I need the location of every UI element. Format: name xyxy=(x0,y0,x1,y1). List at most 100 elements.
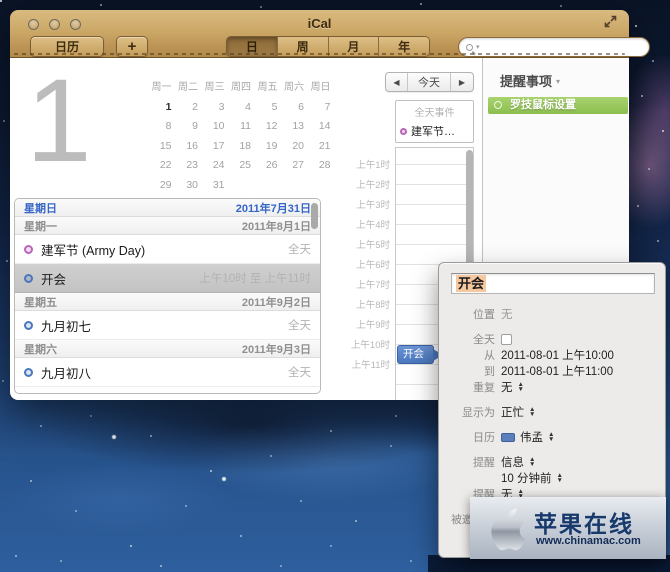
view-segmented-control: 日周月年 xyxy=(226,36,430,57)
tab-view-日[interactable]: 日 xyxy=(227,37,278,56)
stepper-icon[interactable]: ▲▼ xyxy=(529,407,535,417)
mini-calendar-day[interactable]: 13 xyxy=(278,117,305,137)
mini-calendar-day[interactable]: 18 xyxy=(225,137,252,157)
day-list-header-date: 2011年9月3日 xyxy=(242,341,311,357)
all-day-event-title: 建军节… xyxy=(411,123,455,139)
weekday-header: 周三 xyxy=(198,78,225,98)
stepper-icon[interactable]: ▲▼ xyxy=(529,457,535,467)
day-list-header-date: 2011年9月2日 xyxy=(242,294,311,310)
mini-calendar-day[interactable]: 8 xyxy=(145,117,172,137)
mini-calendar-day xyxy=(251,176,278,196)
day-list-event-time: 上午10时 至 上午11时 xyxy=(199,270,311,286)
mini-calendar-day[interactable]: 9 xyxy=(172,117,199,137)
mini-calendar-day[interactable]: 26 xyxy=(251,156,278,176)
weekday-header: 周二 xyxy=(172,78,199,98)
mini-calendar-day[interactable]: 11 xyxy=(225,117,252,137)
mini-calendar-week-row: 15161718192021 xyxy=(145,137,331,157)
inspector-field-value: 无 xyxy=(501,379,513,395)
tab-view-月[interactable]: 月 xyxy=(329,37,380,56)
mini-calendar-header-row: 周一周二周三周四周五周六周日 xyxy=(145,78,331,98)
mini-calendar-day[interactable]: 3 xyxy=(198,98,225,118)
mini-calendar-week-row: 891011121314 xyxy=(145,117,331,137)
all-day-event[interactable]: 建军节… xyxy=(396,119,473,139)
calendars-button[interactable]: 日历 xyxy=(30,36,104,57)
hour-gridline xyxy=(396,184,473,185)
mini-calendar-day xyxy=(225,176,252,196)
mini-calendar-day[interactable]: 4 xyxy=(225,98,252,118)
day-list-header-day: 星期五 xyxy=(24,294,57,310)
mini-calendar-week-row: 1234567 xyxy=(145,98,331,118)
calendar-color-dot xyxy=(400,128,407,135)
timed-event-meeting[interactable]: 开会 xyxy=(397,345,434,364)
mini-calendar-day[interactable]: 7 xyxy=(304,98,331,118)
mini-calendar-day[interactable]: 1 xyxy=(145,98,172,118)
mini-calendar-day[interactable]: 20 xyxy=(278,137,305,157)
all-day-checkbox[interactable] xyxy=(501,334,512,345)
inspector-row: 10 分钟前▲▼ xyxy=(439,470,665,486)
reminders-title: 提醒事项▾ xyxy=(500,71,560,90)
fullscreen-icon[interactable] xyxy=(604,15,617,28)
search-icon xyxy=(466,44,473,51)
add-event-button[interactable]: + xyxy=(116,36,148,57)
stepper-icon[interactable]: ▲▼ xyxy=(518,382,524,392)
tab-view-周[interactable]: 周 xyxy=(278,37,329,56)
day-list-event[interactable]: 开会上午10时 至 上午11时 xyxy=(15,264,320,293)
inspector-field-label: 显示为 xyxy=(439,404,501,420)
hour-gridline xyxy=(396,164,473,165)
mini-calendar-day[interactable]: 12 xyxy=(251,117,278,137)
inspector-field-value: 2011-08-01 上午10:00 xyxy=(501,347,614,363)
hour-gridline xyxy=(396,204,473,205)
stepper-down-icon: ▼ xyxy=(548,437,554,442)
today-button[interactable]: 今天 xyxy=(408,73,451,91)
day-list-event-title: 建军节 (Army Day) xyxy=(41,240,288,259)
mini-calendar-day[interactable]: 25 xyxy=(225,156,252,176)
mini-calendar-day[interactable]: 19 xyxy=(251,137,278,157)
stepper-icon[interactable]: ▲▼ xyxy=(557,473,563,483)
mini-calendar-day[interactable]: 16 xyxy=(172,137,199,157)
inspector-row: 从2011-08-01 上午10:00 xyxy=(439,347,665,363)
day-list-event-title: 九月初七 xyxy=(41,316,288,335)
mini-calendar-day[interactable]: 21 xyxy=(304,137,331,157)
inspector-row: 日历伟孟▲▼ xyxy=(439,429,665,445)
mini-calendar-day[interactable]: 22 xyxy=(145,156,172,176)
inspector-field-value: 2011-08-01 上午11:00 xyxy=(501,363,613,379)
stepper-icon[interactable]: ▲▼ xyxy=(548,432,554,442)
mini-calendar-day[interactable]: 5 xyxy=(251,98,278,118)
mini-calendar-day[interactable]: 2 xyxy=(172,98,199,118)
day-list-event-title: 九月初八 xyxy=(41,363,288,382)
mini-calendar-day[interactable]: 14 xyxy=(304,117,331,137)
mini-calendar-day[interactable]: 30 xyxy=(172,176,199,196)
sort-caret-icon: ▾ xyxy=(556,77,560,86)
next-day-button[interactable]: ▶ xyxy=(451,73,473,91)
mini-calendar-day[interactable]: 23 xyxy=(172,156,199,176)
mini-calendar-day[interactable]: 27 xyxy=(278,156,305,176)
day-list-event[interactable]: 九月初七全天 xyxy=(15,311,320,340)
day-list-header: 星期六2011年9月3日 xyxy=(15,340,320,358)
hour-label: 上午7时 xyxy=(325,277,390,291)
inspector-row: 到2011-08-01 上午11:00 xyxy=(439,363,665,379)
tab-view-年[interactable]: 年 xyxy=(379,37,429,56)
reminder-item[interactable]: 罗技鼠标设置 xyxy=(488,97,628,114)
event-title-input[interactable]: 开会 xyxy=(451,273,655,294)
day-list-header-day: 星期一 xyxy=(24,218,57,234)
calendar-color-dot xyxy=(24,274,33,283)
mini-calendar-day[interactable]: 6 xyxy=(278,98,305,118)
day-list-event[interactable]: 九月初八全天 xyxy=(15,358,320,387)
prev-day-button[interactable]: ◀ xyxy=(386,73,408,91)
day-list-scrollbar[interactable] xyxy=(311,203,318,229)
inspector-field-label: 重复 xyxy=(439,379,501,395)
mini-calendar-day[interactable]: 31 xyxy=(198,176,225,196)
day-list-header: 星期日2011年7月31日 xyxy=(15,199,320,217)
mini-calendar-day[interactable]: 10 xyxy=(198,117,225,137)
day-list-event[interactable]: 建军节 (Army Day)全天 xyxy=(15,235,320,264)
mini-calendar-day[interactable]: 17 xyxy=(198,137,225,157)
stepper-down-icon: ▼ xyxy=(557,478,563,483)
mini-calendar-day[interactable]: 29 xyxy=(145,176,172,196)
all-day-header: 全天事件 xyxy=(396,101,473,119)
mini-calendar-day[interactable]: 15 xyxy=(145,137,172,157)
weekday-header: 周五 xyxy=(251,78,278,98)
search-input[interactable]: ▾ xyxy=(458,37,650,57)
day-list-event-time: 全天 xyxy=(288,317,311,333)
apple-logo-icon xyxy=(482,501,530,555)
mini-calendar-day[interactable]: 24 xyxy=(198,156,225,176)
